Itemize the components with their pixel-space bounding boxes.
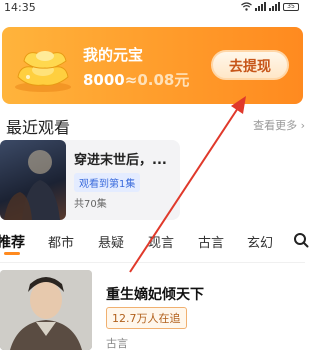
book-followers-badge: 12.7万人在追 — [106, 307, 187, 329]
signal-icon-2 — [269, 2, 280, 11]
search-icon[interactable] — [293, 232, 309, 248]
wifi-icon — [241, 2, 252, 11]
recent-item-progress: 观看到第1集 — [74, 173, 141, 192]
poster-art — [4, 150, 60, 220]
gold-ingot-icon — [15, 51, 71, 92]
recent-item-poster[interactable] — [0, 140, 66, 220]
book-title[interactable]: 重生嫡妃倾天下 — [106, 284, 204, 304]
recent-item-title: 穿进末世后，... — [74, 153, 167, 168]
book-cover[interactable] — [0, 270, 92, 350]
withdraw-button[interactable]: 去提现 — [211, 50, 289, 80]
category-tabs: 推荐 都市 悬疑 现言 古言 玄幻 — [0, 232, 305, 252]
banner-title: 我的元宝 — [83, 46, 144, 64]
signal-icon — [255, 2, 266, 11]
status-time: 14:35 — [4, 1, 36, 14]
tab-suspense[interactable]: 悬疑 — [98, 232, 124, 251]
status-icons: 35 — [241, 2, 299, 11]
divider — [0, 262, 305, 263]
coin-amount: 8000≈0.08元 — [83, 69, 189, 90]
tab-modern-romance[interactable]: 现言 — [148, 232, 174, 251]
active-tab-indicator — [4, 252, 20, 255]
status-bar: 14:35 35 — [0, 0, 305, 18]
see-more-link[interactable]: 查看更多 › — [253, 117, 305, 133]
recent-item-total: 共70集 — [74, 199, 107, 210]
coin-count: 8000 — [83, 71, 125, 89]
coin-banner[interactable]: 我的元宝 8000≈0.08元 去提现 — [2, 27, 303, 104]
section-title-recent: 最近观看 — [6, 118, 71, 137]
book-genre: 古言 — [106, 337, 128, 350]
approx-sign: ≈ — [124, 71, 138, 89]
tab-city[interactable]: 都市 — [48, 232, 74, 251]
tab-recommend[interactable]: 推荐 — [0, 232, 25, 252]
battery-icon: 35 — [283, 2, 299, 11]
rmb-value: 0.08元 — [137, 71, 190, 89]
tab-ancient-romance[interactable]: 古言 — [198, 232, 224, 251]
tab-fantasy[interactable]: 玄幻 — [247, 232, 273, 251]
book-cover-art — [0, 270, 92, 350]
